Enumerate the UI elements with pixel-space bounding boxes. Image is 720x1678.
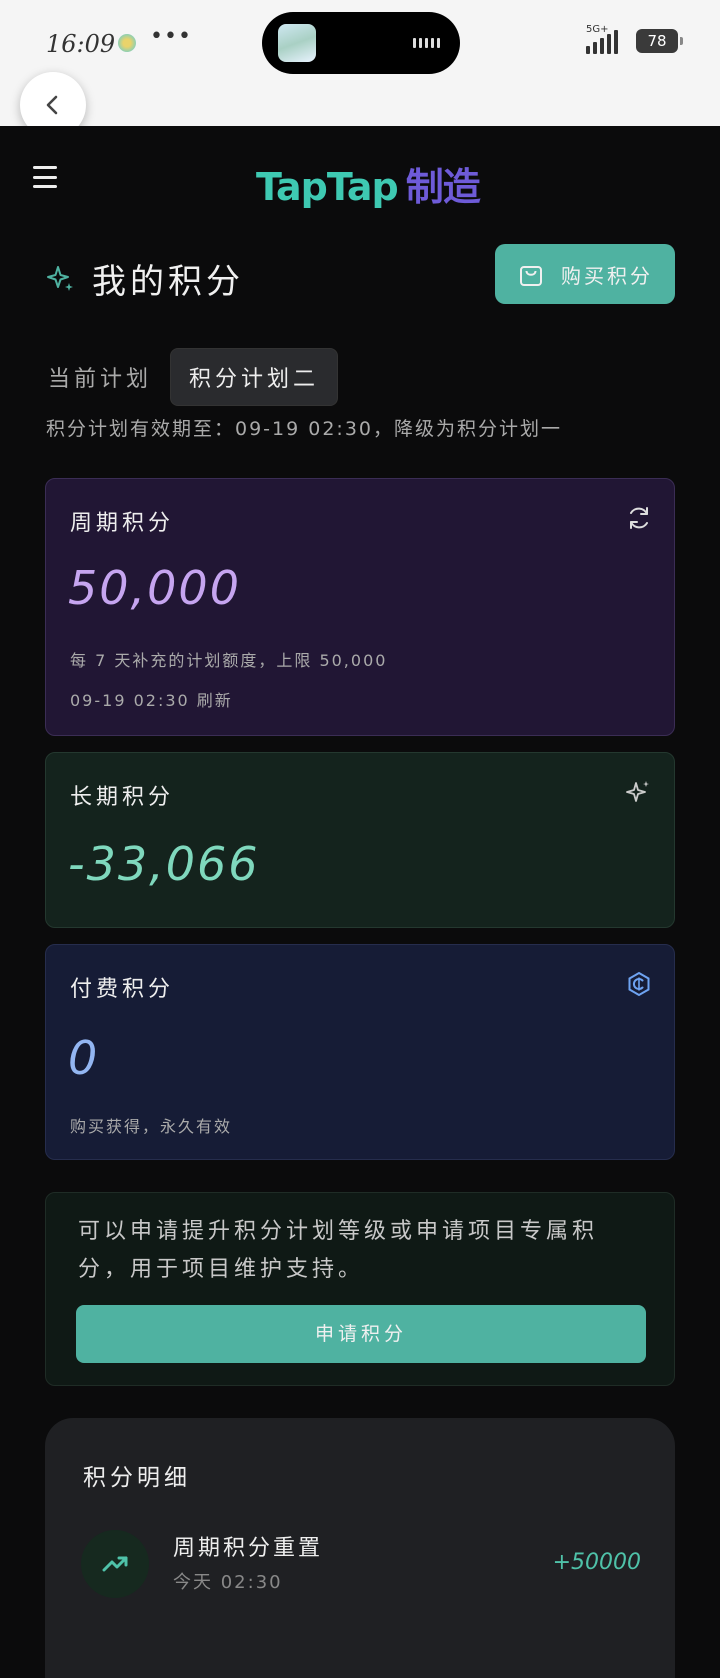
buy-points-button[interactable]: 购买积分 [495,244,675,304]
status-time: 16:09 [46,30,116,58]
history-item-time: 今天 02:30 [173,1572,283,1593]
coin-icon [626,971,652,1001]
status-bar: 16:09 ••• 5G+ 78 [0,0,720,126]
app-logo[interactable]: TapTap 制造 [256,156,481,211]
paid-points-desc: 购买获得，永久有效 [70,1117,233,1136]
cycle-points-value: 50,000 [68,561,241,615]
list-item[interactable]: 周期积分重置 今天 02:30 +50000 [81,1530,641,1600]
logo-text-secondary: 制造 [405,165,481,209]
buy-points-label: 购买积分 [561,263,653,288]
long-term-points-value: -33,066 [68,837,260,891]
history-item-title: 周期积分重置 [173,1536,324,1561]
page-title: 我的积分 [92,262,244,302]
card-title: 周期积分 [70,511,175,536]
more-notifications-icon: ••• [150,24,192,49]
media-thumbnail [278,24,316,62]
cycle-points-refresh-time: 09-19 02:30 刷新 [70,691,233,710]
plan-label: 当前计划 [48,367,153,392]
plan-badge[interactable]: 积分计划二 [170,348,339,406]
app-notification-icon [118,34,136,52]
chevron-left-icon [46,95,58,115]
dynamic-island[interactable] [262,12,460,74]
refresh-icon[interactable] [626,505,652,535]
apply-description: 可以申请提升积分计划等级或申请项目专属积分，用于项目维护支持。 [78,1219,599,1282]
card-title: 长期积分 [70,785,175,810]
apply-points-button[interactable]: 申请积分 [76,1305,646,1363]
paid-points-value: 0 [68,1031,100,1085]
page-title-row: 我的积分 [44,254,244,303]
cycle-points-desc: 每 7 天补充的计划额度，上限 50,000 [70,651,388,670]
plan-row: 当前计划 积分计划二 [48,348,339,406]
card-title: 付费积分 [70,977,175,1002]
apply-points-panel: 可以申请提升积分计划等级或申请项目专属积分，用于项目维护支持。 申请积分 [45,1192,675,1386]
trend-up-icon [81,1530,149,1598]
page-content: TapTap 制造 我的积分 购买积分 当前计划 积分计划二 积分计划有效期至：0… [0,126,720,1678]
audio-wave-icon [413,38,440,48]
cycle-points-card: 周期积分 50,000 每 7 天补充的计划额度，上限 50,000 09-19… [45,478,675,736]
signal-icon [586,30,618,54]
sparkle-icon [47,265,73,291]
sparkle-icon [624,779,652,811]
battery-indicator: 78 [636,29,683,53]
history-title: 积分明细 [83,1465,191,1491]
paid-points-card: 付费积分 0 购买获得，永久有效 [45,944,675,1160]
points-history-panel: 积分明细 周期积分重置 今天 02:30 +50000 [45,1418,675,1678]
long-term-points-card: 长期积分 -33,066 [45,752,675,928]
logo-text-primary: TapTap [256,165,399,209]
menu-icon[interactable] [33,166,57,188]
plan-expiry-note: 积分计划有效期至：09-19 02:30，降级为积分计划一 [46,418,563,440]
shopping-bag-icon [520,266,542,286]
history-item-amount: +50000 [552,1550,641,1575]
